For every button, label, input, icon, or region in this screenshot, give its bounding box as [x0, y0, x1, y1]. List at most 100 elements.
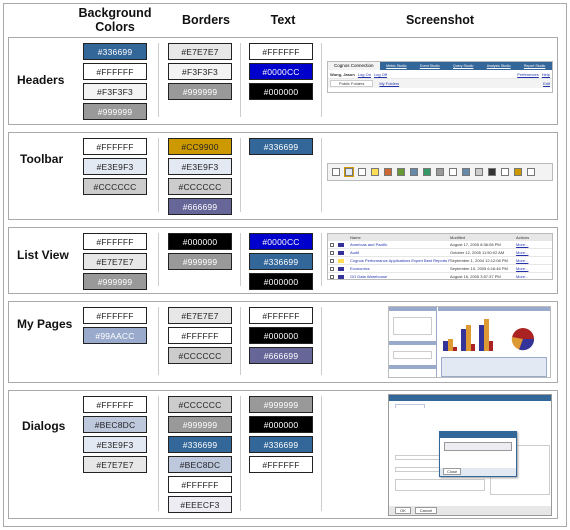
background-swatch: #FFFFFF: [83, 396, 147, 413]
section-label: Dialogs: [22, 419, 66, 433]
studio-link[interactable]: Query Studio: [453, 64, 473, 68]
text-swatch: #000000: [249, 83, 313, 100]
row-checkbox[interactable]: [330, 266, 334, 271]
table-row: Cognos Performance Applications Expert B…: [328, 257, 552, 265]
item-name-link[interactable]: Cognos Performance Applications Expert B…: [350, 258, 450, 263]
help-link[interactable]: Help: [542, 72, 550, 77]
text-swatch: #000000: [249, 273, 313, 290]
col-header-screenshot: Screenshot: [405, 13, 475, 27]
item-name-link[interactable]: Audit: [350, 250, 450, 255]
my-pages-screenshot: [388, 306, 551, 378]
close-button[interactable]: Close: [443, 468, 462, 475]
cut-icon[interactable]: [449, 168, 457, 176]
borders-swatch: #CC9900: [168, 138, 232, 155]
col-name[interactable]: Name: [350, 235, 450, 240]
section-label: Headers: [17, 73, 65, 87]
paste-icon[interactable]: [475, 168, 483, 176]
item-modified: September 1, 2004 12:12:08 PM: [450, 258, 508, 263]
toolbar-screenshot: [327, 163, 553, 181]
studio-link[interactable]: Report Studio: [524, 64, 545, 68]
borders-swatch: #000000: [168, 233, 232, 250]
background-swatch: #BEC8DC: [83, 416, 147, 433]
borders-swatch: #EEECF3: [168, 496, 232, 513]
preferences-link[interactable]: Preferences: [517, 72, 539, 77]
borders-swatch: #E7E7E7: [168, 307, 232, 324]
new-job-icon[interactable]: [397, 168, 405, 176]
background-swatch: #FFFFFF: [83, 138, 147, 155]
row-checkbox[interactable]: [330, 274, 334, 279]
text-swatch: #999999: [249, 396, 313, 413]
new-page-icon[interactable]: [410, 168, 418, 176]
more-actions-link[interactable]: More...: [516, 266, 528, 271]
borders-swatch: #FFFFFF: [168, 476, 232, 493]
col-modified[interactable]: Modified: [450, 235, 516, 240]
col-actions: Actions: [516, 235, 530, 240]
column-divider: [240, 396, 241, 511]
section-label: Toolbar: [20, 152, 64, 166]
edit-link[interactable]: Edit: [543, 81, 550, 86]
studio-link[interactable]: Metric Studio: [386, 64, 406, 68]
column-divider: [158, 396, 159, 511]
app-title: Cognos Connection: [328, 62, 380, 70]
background-swatch: #FFFFFF: [83, 307, 147, 324]
more-actions-link[interactable]: More...: [516, 250, 528, 255]
more-actions-link[interactable]: More...: [516, 274, 528, 279]
tab-public-folders[interactable]: Public Folders: [330, 80, 374, 87]
move-icon[interactable]: [514, 168, 522, 176]
column-divider: [321, 307, 322, 375]
text-swatch: #FFFFFF: [249, 43, 313, 60]
borders-swatch: #336699: [168, 436, 232, 453]
item-name-link[interactable]: Economics: [350, 266, 450, 271]
folder-icon: [338, 274, 344, 279]
column-divider: [240, 233, 241, 286]
column-divider: [158, 43, 159, 117]
borders-swatch: #999999: [168, 83, 232, 100]
ok-button[interactable]: OK: [395, 507, 411, 514]
studio-link[interactable]: Event Studio: [420, 64, 440, 68]
new-report-icon[interactable]: [384, 168, 392, 176]
borders-swatch: #BEC8DC: [168, 456, 232, 473]
text-swatch: #336699: [249, 436, 313, 453]
new-folder-icon[interactable]: [371, 168, 379, 176]
more-actions-link[interactable]: More...: [516, 258, 528, 263]
dialogs-screenshot: OK Cancel Close: [388, 394, 552, 516]
text-swatch: #000000: [249, 416, 313, 433]
item-name-link[interactable]: Americas and Pacific: [350, 242, 450, 247]
search-icon[interactable]: [527, 168, 535, 176]
more-actions-link[interactable]: More...: [516, 242, 528, 247]
text-swatch: #0000CC: [249, 63, 313, 80]
properties-icon[interactable]: [332, 168, 340, 176]
column-divider: [321, 233, 322, 286]
row-checkbox[interactable]: [330, 242, 334, 247]
set-properties-icon[interactable]: [436, 168, 444, 176]
copy-icon[interactable]: [462, 168, 470, 176]
column-divider: [321, 396, 322, 511]
column-divider: [158, 233, 159, 286]
borders-swatch: #666699: [168, 198, 232, 215]
details-view-icon[interactable]: [344, 167, 354, 177]
cancel-button[interactable]: Cancel: [414, 507, 438, 514]
item-name-link[interactable]: GO Data Warehouse: [350, 274, 450, 279]
borders-swatch: #CCCCCC: [168, 347, 232, 364]
background-swatch: #E3E9F3: [83, 436, 147, 453]
list-view-screenshot: Name Modified Actions Americas and Pacif…: [327, 233, 553, 280]
studio-link[interactable]: Analysis Studio: [487, 64, 511, 68]
modal-dialog: Close: [439, 431, 517, 477]
item-modified: September 15, 2005 6:16:46 PM: [450, 266, 508, 271]
background-swatch: #CCCCCC: [83, 178, 147, 195]
item-modified: October 12, 2005 11:50:02 AM: [450, 250, 505, 255]
list-view-icon[interactable]: [358, 168, 366, 176]
log-on-link[interactable]: Log On: [358, 72, 371, 77]
column-divider: [158, 138, 159, 212]
order-icon[interactable]: [501, 168, 509, 176]
log-off-link[interactable]: Log Off: [374, 72, 387, 77]
delete-icon[interactable]: [488, 168, 496, 176]
new-url-icon[interactable]: [423, 168, 431, 176]
row-checkbox[interactable]: [330, 258, 334, 263]
tab-my-folders[interactable]: My Folders: [379, 81, 399, 86]
row-checkbox[interactable]: [330, 250, 334, 255]
borders-swatch: #999999: [168, 416, 232, 433]
borders-swatch: #FFFFFF: [168, 327, 232, 344]
table-row: GO Data Warehouse August 16, 2005 3:57:37…: [328, 273, 552, 279]
folder-icon: [338, 258, 344, 263]
